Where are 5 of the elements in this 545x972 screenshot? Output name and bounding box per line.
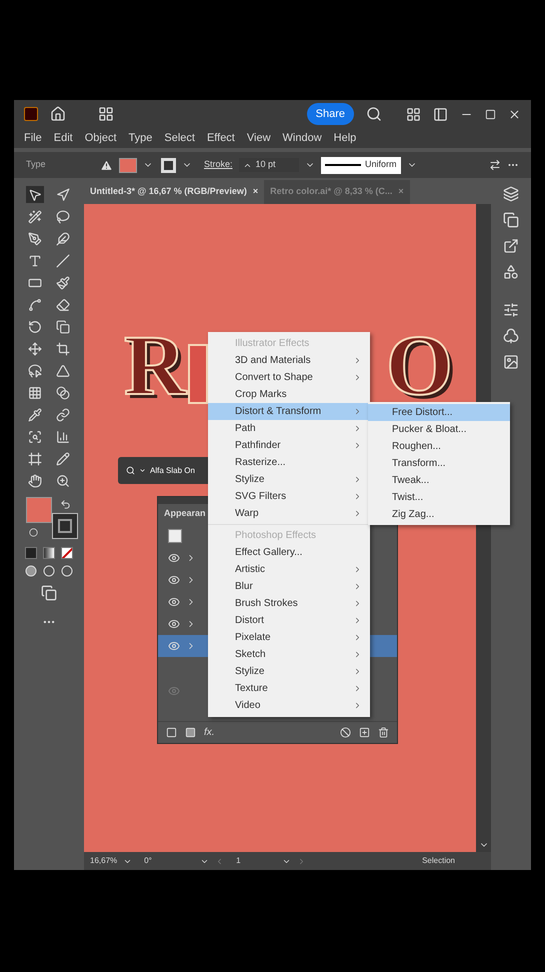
current-tool-label: Selection — [422, 855, 455, 867]
selection-type-label: Type — [26, 158, 47, 172]
menu-section-header: Photoshop Effects — [234, 529, 317, 543]
menu-section-header: Illustrator Effects — [234, 337, 310, 351]
artwork-letter: R — [124, 322, 186, 408]
